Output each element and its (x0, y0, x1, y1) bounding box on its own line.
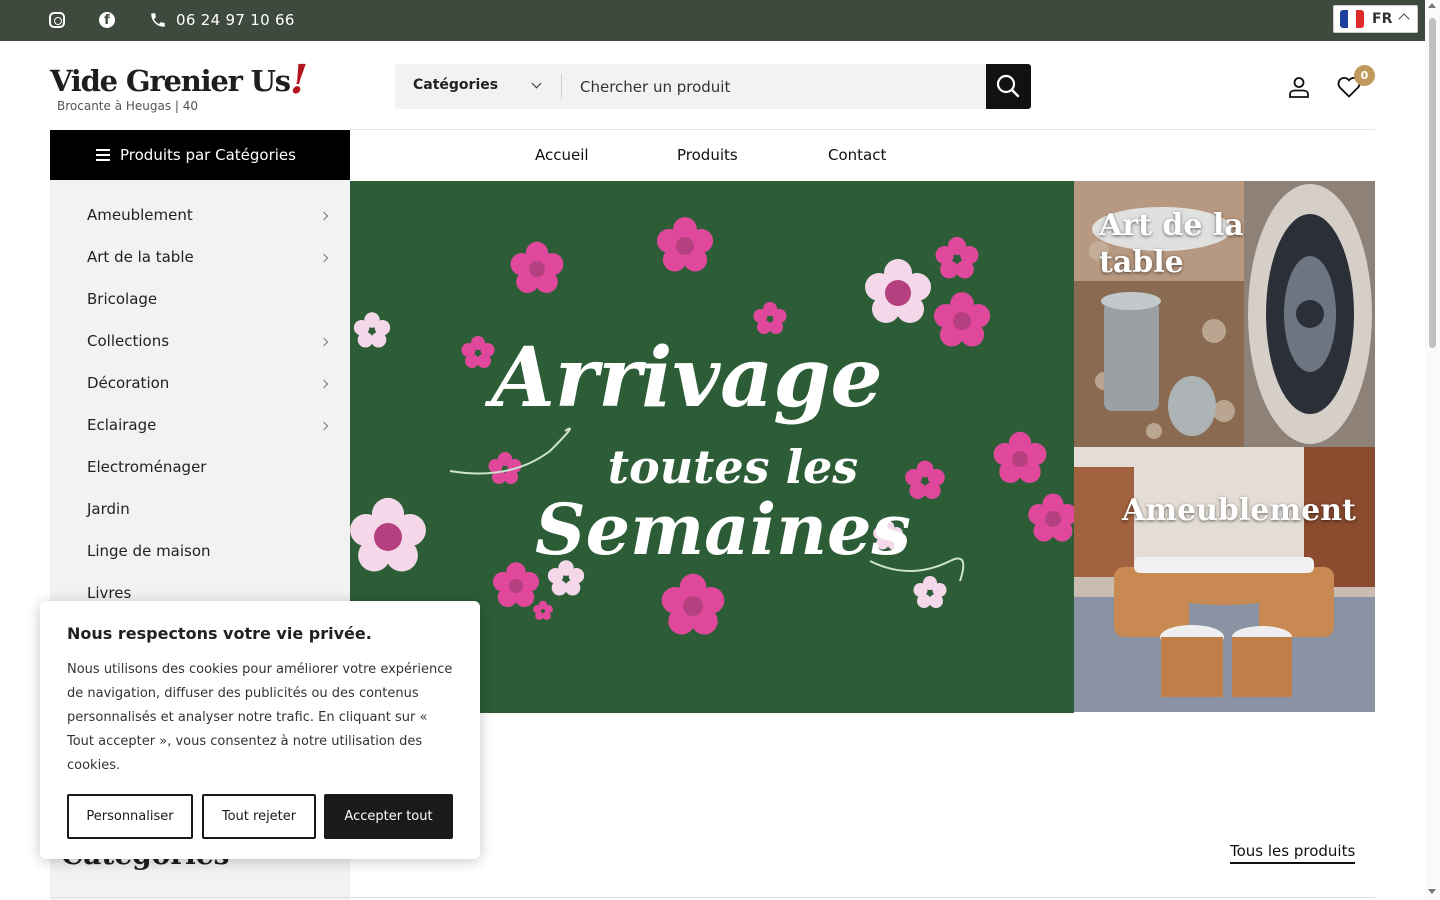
chevron-right-icon (319, 211, 329, 221)
chevron-down-icon (531, 78, 542, 89)
sidebar-item-label: Art de la table (87, 248, 194, 266)
chevron-right-icon (319, 379, 329, 389)
hamburger-icon (96, 149, 110, 161)
menu-item-contact[interactable]: Contact (828, 146, 886, 164)
menu-item-accueil[interactable]: Accueil (535, 146, 589, 164)
sidebar-item-bricolage[interactable]: Bricolage (87, 290, 327, 314)
tile-ameublement-title: Ameublement (1122, 493, 1356, 528)
sidebar-item-eclairage[interactable]: Eclairage (87, 416, 329, 440)
categories-menu-label: Produits par Catégories (120, 146, 296, 164)
sidebar-item-label: Electroménager (87, 458, 207, 476)
tile-ameublement[interactable]: Ameublement (1074, 447, 1375, 712)
scroll-up-arrow[interactable] (1428, 3, 1436, 8)
instagram-icon[interactable] (49, 12, 65, 28)
search-button[interactable] (986, 64, 1031, 109)
reject-all-button[interactable]: Tout rejeter (202, 794, 316, 839)
tile-art-de-la-table-title: Art de la table (1099, 207, 1244, 281)
sidebar-item-art-de-la-table[interactable]: Art de la table (87, 248, 329, 272)
france-flag-icon (1340, 10, 1364, 28)
logo-subtitle: Brocante à Heugas | 40 (57, 99, 199, 113)
wishlist-count-badge: 0 (1354, 65, 1375, 86)
section-divider (50, 897, 1375, 898)
sidebar-item-label: Eclairage (87, 416, 157, 434)
search-bar: Catégories (395, 64, 1031, 109)
language-selector[interactable]: FR (1333, 5, 1418, 33)
all-products-link[interactable]: Tous les produits (1230, 842, 1356, 864)
tile-art-de-la-table[interactable]: Art de la table (1074, 181, 1375, 447)
sidebar-item-label: Décoration (87, 374, 170, 392)
chevron-right-icon (319, 253, 329, 263)
sidebar-item-jardin[interactable]: Jardin (87, 500, 327, 524)
banner-line-2: toutes les (608, 440, 858, 494)
banner-line-3: Semaines (535, 488, 911, 571)
chevron-right-icon (319, 421, 329, 431)
cookie-text: Nous utilisons des cookies pour améliore… (67, 662, 453, 773)
tile-title-line-1: Art de la (1099, 208, 1244, 243)
chevron-up-icon (1398, 13, 1410, 25)
top-bar: f 06 24 97 10 66 FR (0, 0, 1440, 41)
furniture-photo (1074, 447, 1375, 712)
menu-item-produits[interactable]: Produits (677, 146, 738, 164)
categories-menu-button[interactable]: Produits par Catégories (50, 130, 350, 180)
nav-divider (350, 129, 1375, 130)
sidebar-item-collections[interactable]: Collections (87, 332, 329, 356)
customize-button[interactable]: Personnaliser (67, 794, 193, 839)
sidebar-item-label: Bricolage (87, 290, 158, 308)
sidebar-item-ameublement[interactable]: Ameublement (87, 206, 329, 230)
cookie-consent-dialog: Nous respectons votre vie privée. Nous u… (40, 601, 480, 859)
sidebar-item-electromenager[interactable]: Electroménager (87, 458, 327, 482)
cookie-title: Nous respectons votre vie privée. (67, 624, 372, 643)
facebook-icon[interactable]: f (99, 12, 115, 28)
sidebar-item-label: Ameublement (87, 206, 193, 224)
search-input[interactable] (562, 64, 986, 109)
scrollbar-thumb[interactable] (1429, 18, 1436, 348)
phone-icon (151, 13, 165, 27)
scroll-down-arrow[interactable] (1428, 889, 1436, 894)
sidebar-item-label: Jardin (87, 500, 130, 518)
tile-title-line-2: table (1099, 245, 1184, 280)
banner-line-1: Arrivage (484, 330, 882, 426)
logo-title: Vide Grenier Us (50, 64, 291, 98)
phone-number[interactable]: 06 24 97 10 66 (176, 11, 295, 29)
sidebar-item-linge-de-maison[interactable]: Linge de maison (87, 542, 327, 566)
chevron-right-icon (319, 337, 329, 347)
sidebar-item-label: Livres (87, 584, 132, 602)
accept-all-button[interactable]: Accepter tout (324, 794, 453, 839)
sidebar-item-decoration[interactable]: Décoration (87, 374, 329, 398)
sidebar-item-label: Linge de maison (87, 542, 211, 560)
language-code: FR (1372, 11, 1393, 27)
category-select-label: Catégories (413, 77, 499, 93)
search-icon (996, 74, 1020, 98)
user-icon[interactable] (1288, 76, 1310, 98)
sidebar-item-label: Collections (87, 332, 170, 350)
